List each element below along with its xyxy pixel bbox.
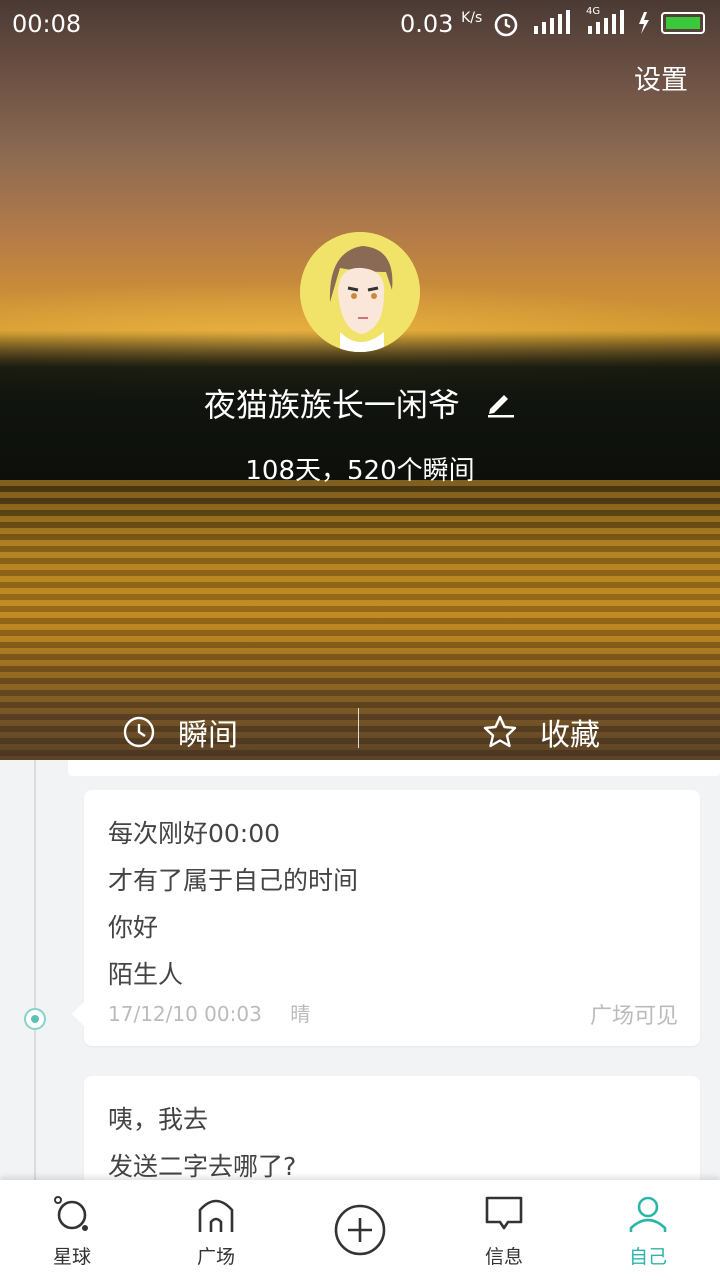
moment-visibility: 广场可见 [589,1004,678,1029]
status-time: 00:08 [12,10,82,38]
profile-tabs: 瞬间 收藏 [0,700,720,764]
nav-planet-label: 星球 [52,1246,91,1268]
clock-icon [123,716,155,748]
message-icon [485,1196,523,1230]
moment-meta: 17/12/10 00:03 晴 [108,998,310,1027]
status-bar: 00:08 0.03 K/s 4G [0,0,720,48]
tab-moments[interactable]: 瞬间 [122,710,238,764]
nav-square[interactable]: 广场 [144,1180,288,1280]
timeline-dot [24,1008,46,1030]
edit-name-button[interactable] [484,387,516,427]
planet-icon [54,1196,88,1231]
moment-text: 每次刚好00:00 才有了属于自己的时间 你好 陌生人 [108,810,358,998]
star-icon [483,715,517,748]
nav-messages-label: 信息 [484,1246,523,1268]
tab-moments-label: 瞬间 [178,718,238,753]
moment-weather: 晴 [290,1002,311,1026]
nav-messages[interactable]: 信息 [432,1180,576,1280]
moment-line: 陌生人 [108,960,184,989]
tab-favorites-label: 收藏 [540,718,600,753]
moment-line: 才有了属于自己的时间 [108,866,359,895]
previous-card-edge [68,760,720,776]
tab-divider [358,708,359,748]
moment-text: 咦，我去 发送二字去哪了? [108,1096,296,1180]
timeline-line [34,760,36,1180]
plus-circle-icon [334,1204,386,1256]
moment-datetime: 17/12/10 00:03 [108,1002,262,1026]
tab-favorites[interactable]: 收藏 [482,710,600,754]
moment-line: 咦，我去 [108,1105,209,1134]
nav-profile[interactable]: 自己 [576,1180,720,1280]
profile-stats: 108天，520个瞬间 [245,456,475,486]
settings-button[interactable]: 设置 [634,58,688,97]
nav-square-label: 广场 [196,1246,235,1268]
bottom-nav: 星球 广场 信息 自己 [0,1180,720,1280]
battery-charging-icon [639,12,705,34]
pencil-icon [488,395,515,418]
avatar-cartoon-face-icon [300,232,420,352]
avatar[interactable] [300,232,420,352]
network-speed: 0.03 K/s [400,10,483,38]
moments-feed[interactable]: 每次刚好00:00 才有了属于自己的时间 你好 陌生人 17/12/10 00:… [0,760,720,1180]
nav-profile-label: 自己 [628,1246,667,1268]
moment-line: 每次刚好00:00 [108,819,281,848]
nav-create-button[interactable] [288,1180,432,1280]
profile-name: 夜猫族族长一闲爷 [203,386,460,424]
signal-4g-icon [588,10,624,34]
moment-card[interactable]: 咦，我去 发送二字去哪了? [84,1076,700,1180]
person-icon [629,1196,667,1232]
home-icon [198,1199,234,1232]
profile-name-row: 夜猫族族长一闲爷 [0,380,720,427]
alarm-icon [494,13,518,37]
moment-card[interactable]: 每次刚好00:00 才有了属于自己的时间 你好 陌生人 17/12/10 00:… [72,790,700,1046]
signal-icon [534,10,570,34]
moment-line: 你好 [108,913,159,942]
nav-planet[interactable]: 星球 [0,1180,144,1280]
moment-line: 发送二字去哪了? [108,1152,297,1180]
